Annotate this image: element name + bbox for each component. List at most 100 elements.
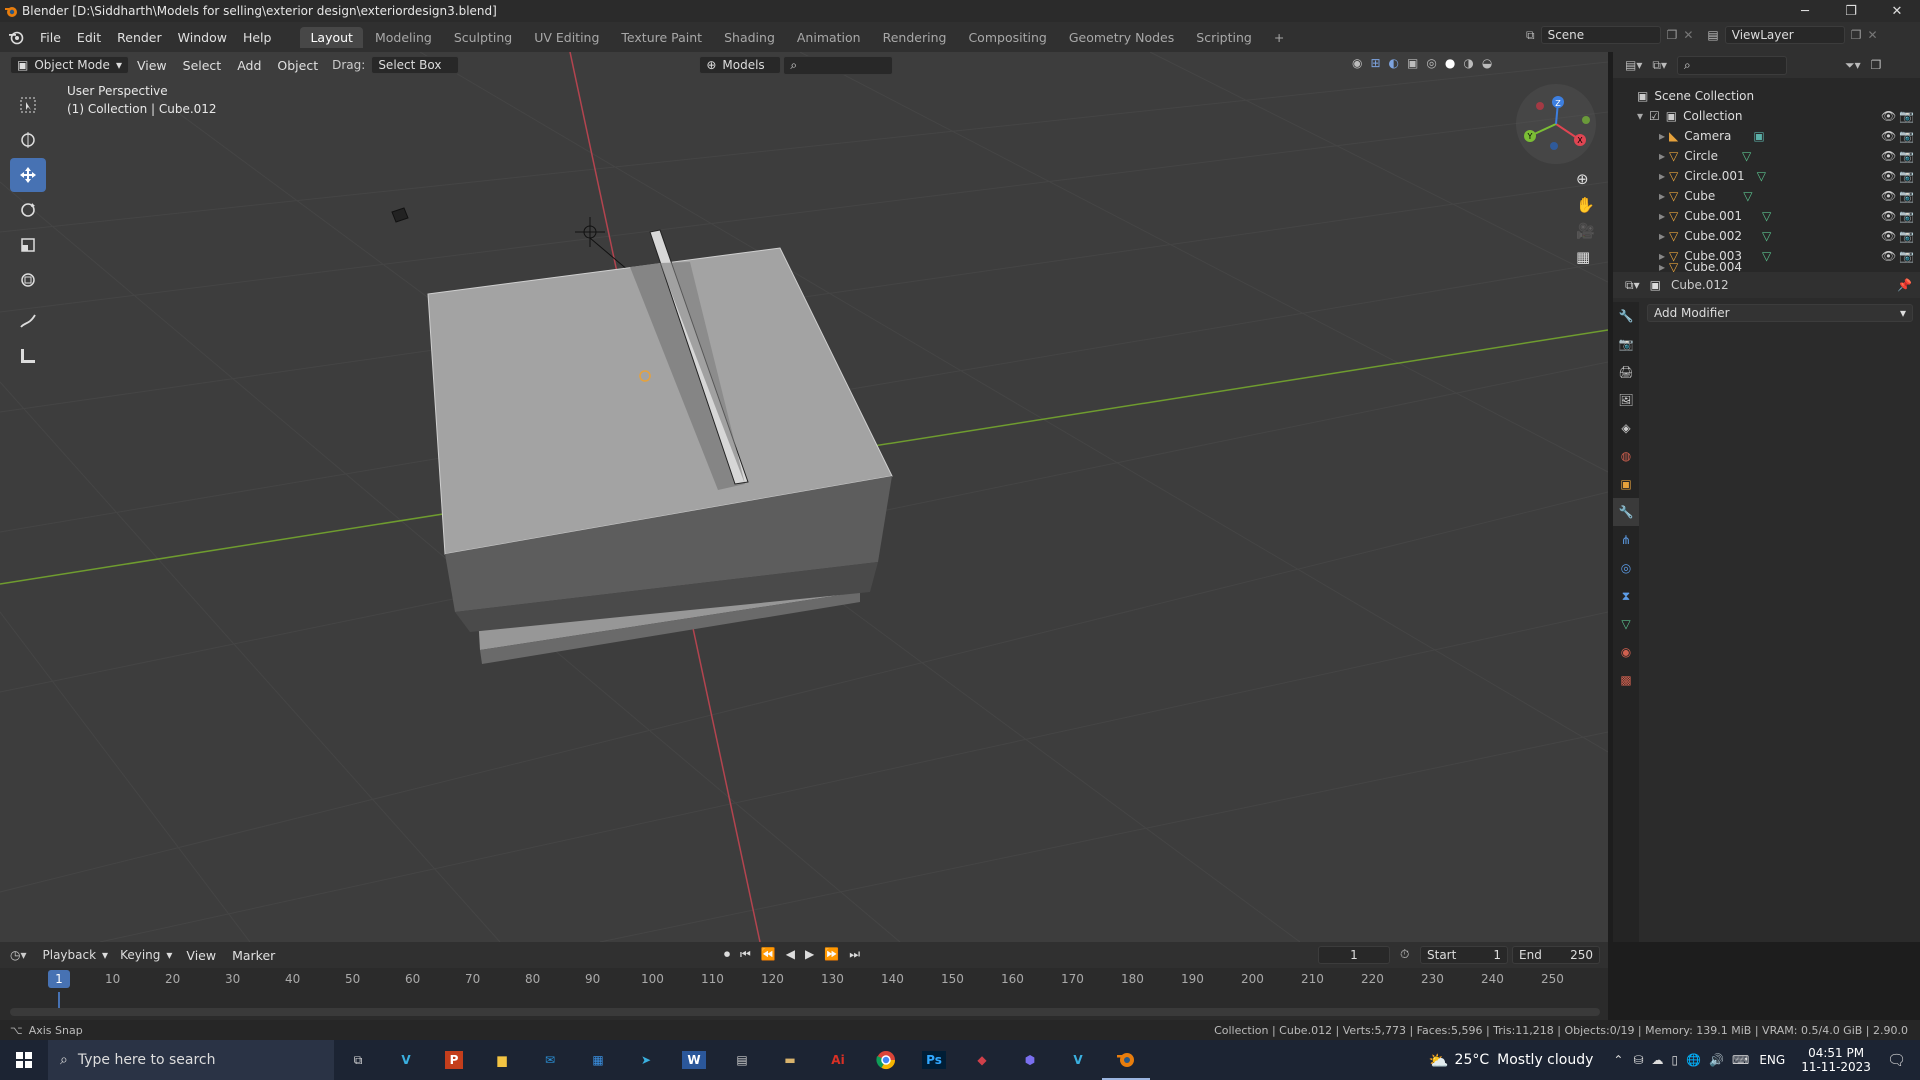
playback-menu[interactable]: Playback ▾: [37, 947, 115, 963]
end-frame-field[interactable]: End 250: [1512, 946, 1600, 964]
new-collection-icon[interactable]: ❐: [1871, 58, 1882, 72]
sketchup-icon[interactable]: ◆: [958, 1040, 1006, 1080]
next-keyframe-icon[interactable]: ⏩: [824, 947, 839, 962]
annotate-tool-icon[interactable]: [10, 304, 46, 338]
task-view-icon[interactable]: ⧉: [334, 1040, 382, 1080]
tab-texture-paint[interactable]: Texture Paint: [611, 27, 712, 48]
edge-app-icon[interactable]: ➤: [622, 1040, 670, 1080]
delete-view-layer-icon[interactable]: ✕: [1868, 28, 1878, 42]
physics-props-icon[interactable]: ◎: [1613, 554, 1639, 582]
current-frame-field[interactable]: 1: [1318, 946, 1390, 964]
v-app-icon[interactable]: V: [382, 1040, 430, 1080]
keying-menu[interactable]: Keying ▾: [114, 947, 178, 963]
rotate-tool-icon[interactable]: [10, 193, 46, 227]
display-mode-icon[interactable]: ⧉▾: [1652, 58, 1667, 73]
blender-menu-icon[interactable]: [0, 29, 32, 45]
new-view-layer-icon[interactable]: ❐: [1851, 28, 1862, 42]
expand-arrow-icon[interactable]: ▸: [1659, 129, 1665, 143]
eye-icon[interactable]: 👁: [1881, 189, 1896, 203]
outliner-item-circle[interactable]: ▸ ▽ Circle ▽ 👁 📷: [1613, 146, 1920, 166]
overlay-toggle-icon[interactable]: ◐: [1389, 56, 1399, 70]
menu-edit[interactable]: Edit: [69, 30, 109, 45]
render-camera-icon[interactable]: 📷: [1899, 249, 1914, 263]
timeline-editor-icon[interactable]: ◷▾: [10, 948, 27, 962]
outliner-scene-collection[interactable]: ▣ Scene Collection: [1613, 86, 1920, 106]
eye-icon[interactable]: 👁: [1881, 109, 1896, 123]
zoom-icon[interactable]: ⊕: [1576, 170, 1595, 188]
outliner-item-circle-001[interactable]: ▸ ▽ Circle.001 ▽ 👁 📷: [1613, 166, 1920, 186]
windows-start-icon[interactable]: [0, 1040, 48, 1080]
scale-tool-icon[interactable]: [10, 228, 46, 262]
tab-uv-editing[interactable]: UV Editing: [524, 27, 609, 48]
play-reverse-icon[interactable]: ◀: [786, 947, 795, 962]
add-modifier-dropdown[interactable]: Add Modifier ▾: [1647, 304, 1913, 322]
pan-hand-icon[interactable]: ✋: [1576, 196, 1595, 214]
delete-scene-icon[interactable]: ✕: [1683, 28, 1693, 42]
expand-arrow-icon[interactable]: ▸: [1659, 189, 1665, 203]
volume-icon[interactable]: 🔊: [1709, 1053, 1724, 1067]
tab-layout[interactable]: Layout: [300, 26, 363, 48]
asset-search-input[interactable]: ⌕: [783, 55, 894, 75]
menu-view[interactable]: View: [129, 58, 175, 73]
new-scene-icon[interactable]: ❐: [1667, 28, 1678, 42]
scene-icon[interactable]: ⧉: [1526, 28, 1535, 43]
editor-type-icon[interactable]: ▤▾: [1625, 58, 1642, 72]
material-shading-icon[interactable]: ◑: [1463, 56, 1473, 70]
expand-arrow-icon[interactable]: ▸: [1659, 262, 1665, 272]
scene-props-icon[interactable]: ◈: [1613, 414, 1639, 442]
material-props-icon[interactable]: ◉: [1613, 638, 1639, 666]
mesh-data-props-icon[interactable]: ▽: [1613, 610, 1639, 638]
tool-settings-icon[interactable]: 🔧: [1613, 302, 1639, 330]
powerpoint-icon[interactable]: P: [430, 1040, 478, 1080]
files-app-icon[interactable]: ▬: [766, 1040, 814, 1080]
properties-editor-icon[interactable]: ⧉▾: [1625, 278, 1640, 293]
globe-network-icon[interactable]: 🌐: [1686, 1053, 1701, 1067]
menu-add[interactable]: Add: [229, 58, 269, 73]
wireframe-shading-icon[interactable]: ◎: [1426, 56, 1436, 70]
vpn-app-icon[interactable]: V: [1054, 1040, 1102, 1080]
particles-props-icon[interactable]: ⋔: [1613, 526, 1639, 554]
outlook-icon[interactable]: ✉: [526, 1040, 574, 1080]
camera-view-icon[interactable]: 🎥: [1576, 222, 1595, 240]
timeline-view-menu[interactable]: View: [178, 948, 224, 963]
stopwatch-icon[interactable]: ⏱: [1400, 947, 1409, 962]
tab-shading[interactable]: Shading: [714, 27, 785, 48]
timeline-scrollbar[interactable]: [10, 1008, 1600, 1016]
menu-render[interactable]: Render: [109, 30, 170, 45]
tab-scripting[interactable]: Scripting: [1186, 27, 1262, 48]
menu-help[interactable]: Help: [235, 30, 280, 45]
modifier-props-icon[interactable]: 🔧: [1613, 498, 1639, 526]
outliner-item-cube-001[interactable]: ▸ ▽ Cube.001 ▽ 👁 📷: [1613, 206, 1920, 226]
outliner-item-cube[interactable]: ▸ ▽ Cube ▽ 👁 📷: [1613, 186, 1920, 206]
clock[interactable]: 04:51 PM 11-11-2023: [1801, 1046, 1871, 1074]
ortho-grid-icon[interactable]: ▦: [1576, 248, 1595, 266]
marker-menu[interactable]: Marker: [224, 948, 283, 963]
render-camera-icon[interactable]: 📷: [1899, 169, 1914, 183]
add-workspace-button[interactable]: +: [1264, 27, 1294, 48]
render-camera-icon[interactable]: 📷: [1899, 209, 1914, 223]
menu-window[interactable]: Window: [170, 30, 235, 45]
minimize-button[interactable]: ─: [1782, 0, 1828, 22]
expand-arrow-icon[interactable]: ▸: [1659, 209, 1665, 223]
object-props-icon[interactable]: ▣: [1613, 470, 1639, 498]
tab-geometry-nodes[interactable]: Geometry Nodes: [1059, 27, 1184, 48]
solid-shading-icon[interactable]: ●: [1445, 56, 1455, 70]
show-hidden-icons-icon[interactable]: ⌃: [1613, 1053, 1623, 1067]
app-window-icon[interactable]: ▤: [718, 1040, 766, 1080]
tab-modeling[interactable]: Modeling: [365, 27, 442, 48]
start-frame-field[interactable]: Start 1: [1420, 946, 1508, 964]
menu-object[interactable]: Object: [269, 58, 326, 73]
cloud-icon[interactable]: ☁: [1652, 1053, 1664, 1067]
cube-012-mesh[interactable]: [427, 229, 893, 632]
word-icon[interactable]: W: [670, 1040, 718, 1080]
eye-icon[interactable]: 👁: [1881, 209, 1896, 223]
view-layer-icon[interactable]: ▤: [1707, 28, 1718, 42]
visibility-icon[interactable]: ◉: [1352, 56, 1362, 70]
tab-animation[interactable]: Animation: [787, 27, 871, 48]
blender-taskbar-icon[interactable]: [1102, 1040, 1150, 1080]
jump-start-icon[interactable]: ⏮: [740, 947, 751, 962]
playhead-frame-indicator[interactable]: 1: [48, 970, 70, 988]
tab-sculpting[interactable]: Sculpting: [444, 27, 522, 48]
camera-object[interactable]: [391, 207, 409, 223]
render-camera-icon[interactable]: 📷: [1899, 109, 1914, 123]
